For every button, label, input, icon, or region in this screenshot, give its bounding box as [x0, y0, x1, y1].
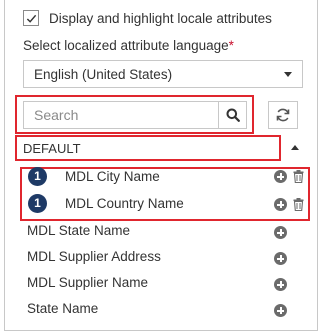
language-label-text: Select localized attribute language: [23, 38, 229, 53]
add-circle-icon[interactable]: [274, 304, 287, 317]
search-button[interactable]: [218, 101, 247, 129]
checkmark-icon: [26, 14, 36, 23]
attribute-name: MDL Supplier Name: [27, 274, 149, 290]
available-attribute-row[interactable]: MDL State Name: [27, 220, 130, 240]
add-circle-icon[interactable]: [274, 198, 287, 211]
trash-icon[interactable]: [293, 198, 304, 211]
attribute-name: MDL Supplier Address: [27, 248, 161, 264]
attribute-name: MDL City Name: [65, 168, 160, 184]
display-highlight-checkbox[interactable]: [23, 10, 39, 26]
display-highlight-label: Display and highlight locale attributes: [49, 10, 272, 26]
display-highlight-option[interactable]: Display and highlight locale attributes: [23, 8, 272, 28]
attribute-name: State Name: [27, 300, 99, 316]
chevron-up-icon[interactable]: [291, 145, 299, 150]
available-attribute-row[interactable]: State Name: [27, 298, 98, 318]
language-select[interactable]: English (United States): [23, 60, 303, 88]
row-actions: [274, 198, 304, 211]
add-circle-icon[interactable]: [274, 278, 287, 291]
refresh-icon: [276, 108, 290, 122]
add-circle-icon[interactable]: [274, 170, 287, 183]
locale-count-badge: 1: [28, 166, 47, 186]
attribute-name: MDL Country Name: [65, 195, 184, 211]
selected-attribute-row[interactable]: 1 MDL City Name: [28, 166, 160, 186]
row-actions: [274, 170, 304, 183]
required-mark: *: [228, 38, 234, 53]
available-attribute-row[interactable]: MDL Supplier Name: [27, 272, 148, 292]
refresh-button[interactable]: [268, 101, 298, 129]
language-selected-value: English (United States): [34, 66, 173, 82]
add-circle-icon[interactable]: [274, 226, 287, 239]
add-circle-icon[interactable]: [274, 252, 287, 265]
attribute-name: MDL State Name: [27, 222, 131, 238]
selected-attribute-row[interactable]: 1 MDL Country Name: [28, 193, 184, 213]
locale-attributes-panel: Display and highlight locale attributes …: [4, 0, 318, 331]
search-highlight-box: [15, 95, 254, 134]
group-name: DEFAULT: [23, 140, 81, 156]
chevron-down-icon: [284, 72, 292, 77]
search-input[interactable]: [23, 101, 218, 129]
search-icon: [226, 108, 240, 122]
group-header[interactable]: DEFAULT: [15, 135, 281, 161]
locale-count-badge: 1: [28, 193, 47, 213]
trash-icon[interactable]: [293, 170, 304, 183]
available-attribute-row[interactable]: MDL Supplier Address: [27, 246, 161, 266]
language-label: Select localized attribute language*: [23, 38, 234, 53]
